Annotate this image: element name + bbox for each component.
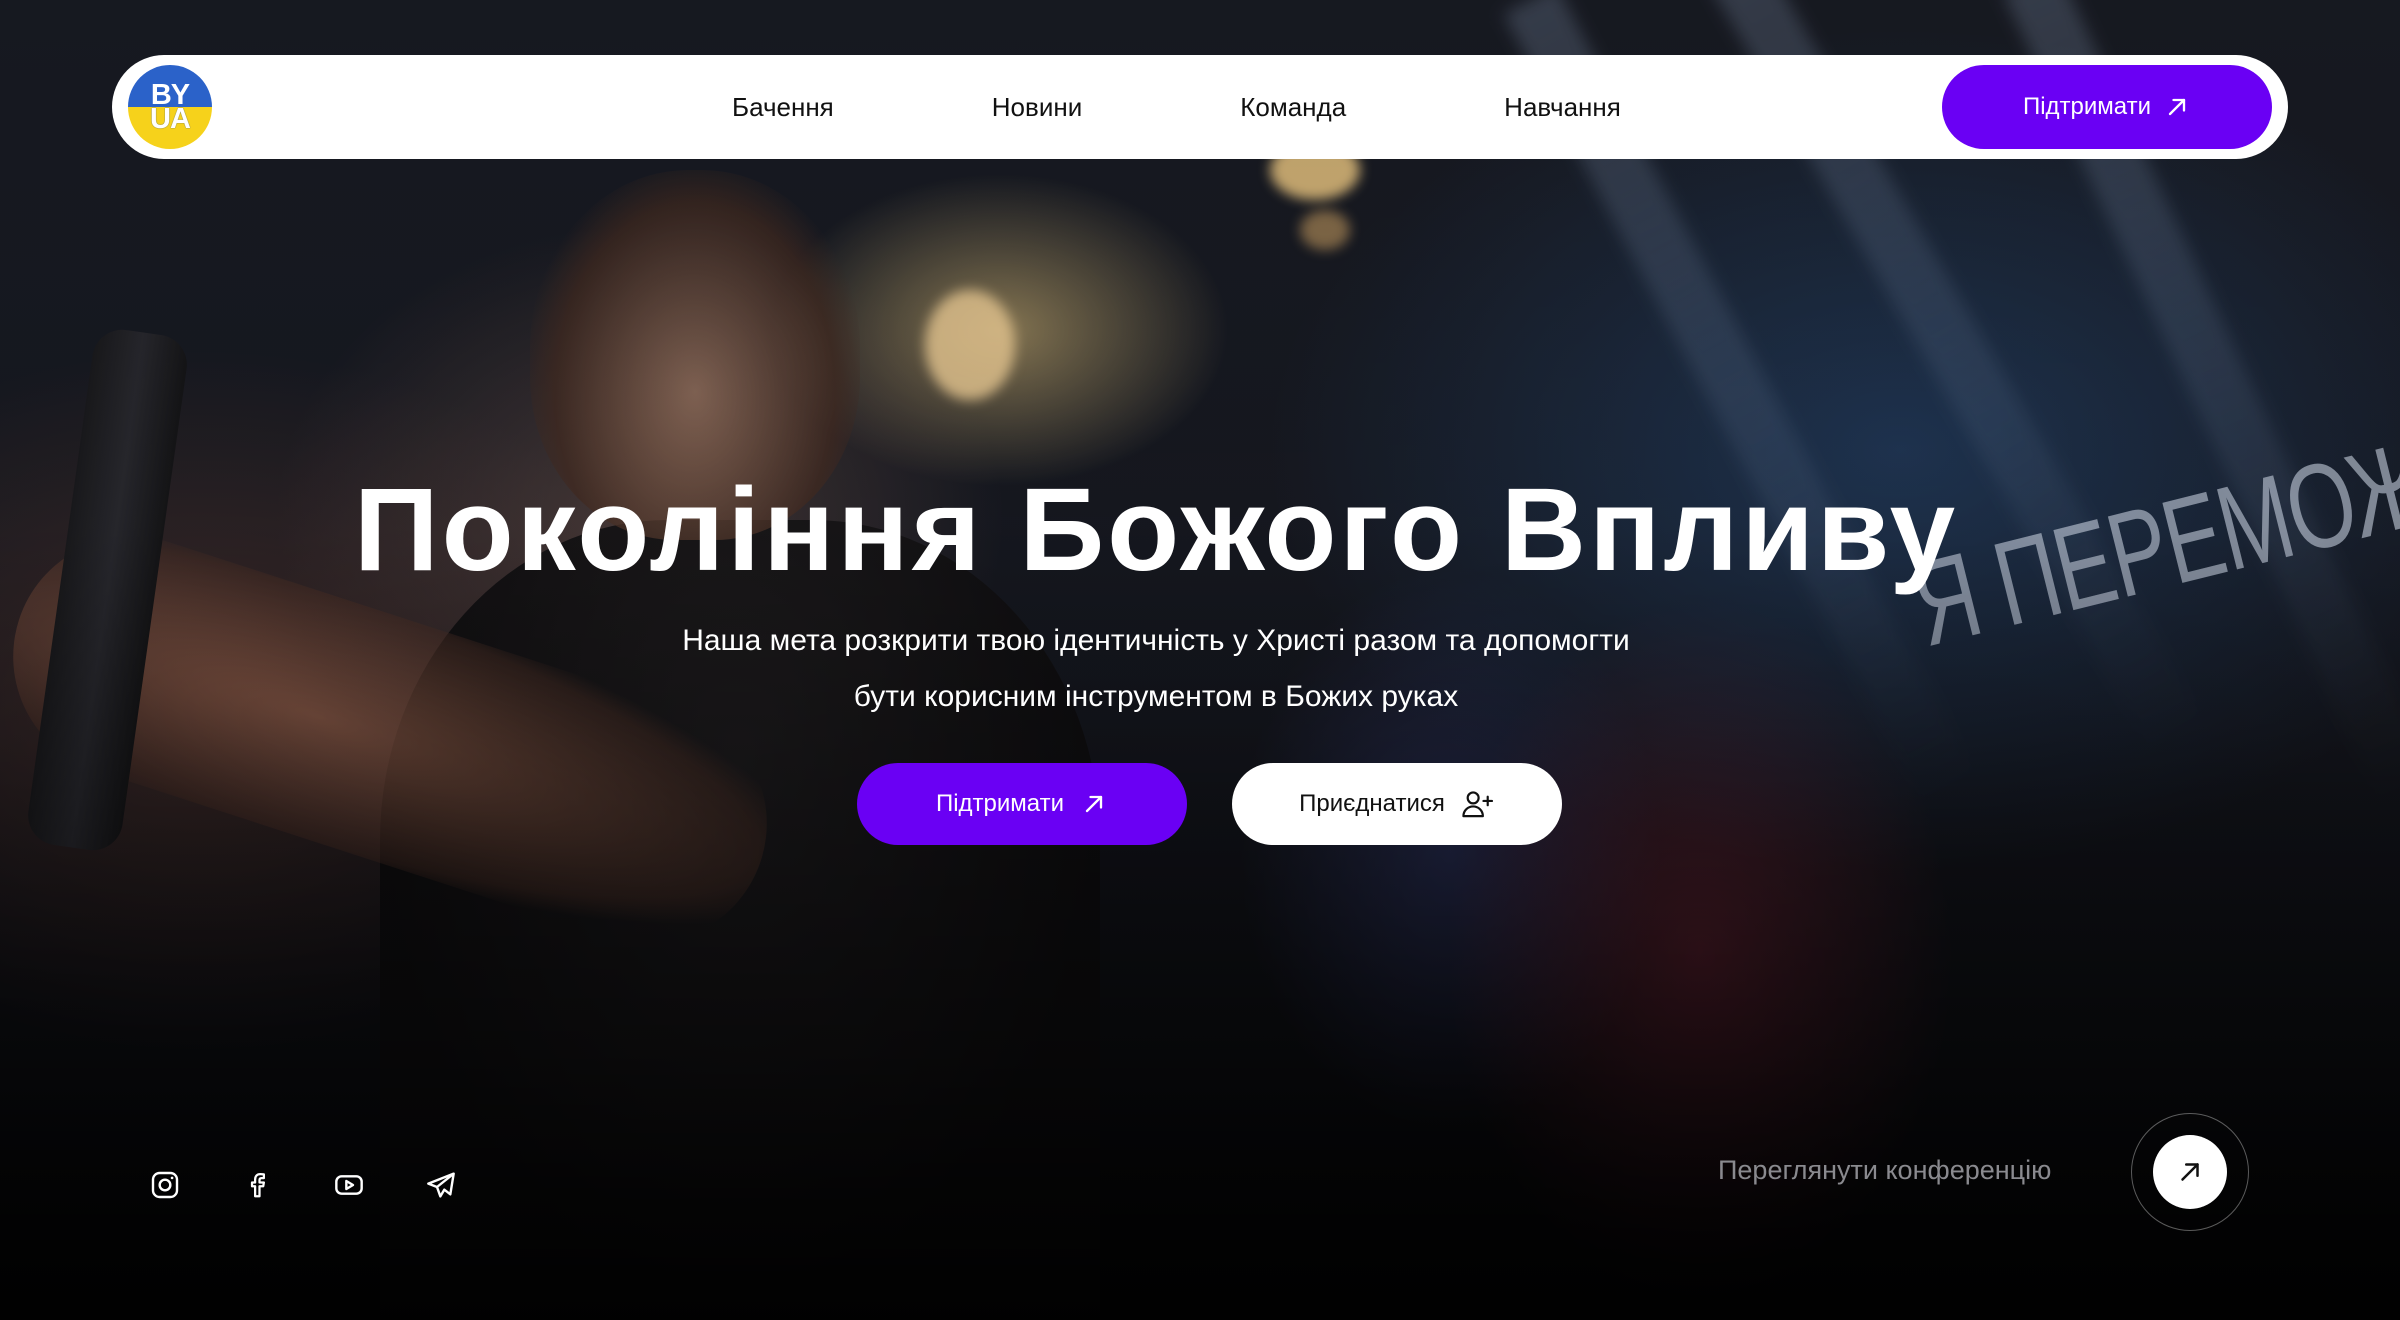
telegram-icon[interactable] <box>424 1168 458 1202</box>
nav-link-education[interactable]: Навчання <box>1504 92 1621 123</box>
nav-link-vision[interactable]: Бачення <box>732 92 834 123</box>
instagram-icon[interactable] <box>148 1168 182 1202</box>
arrow-up-right-icon <box>1085 795 1103 813</box>
view-conference-button[interactable] <box>2131 1113 2249 1231</box>
nav-link-team[interactable]: Команда <box>1240 92 1346 123</box>
social-links <box>148 1168 458 1202</box>
nav-support-label: Підтримати <box>2022 93 2152 120</box>
hero-subtitle: Наша мета розкрити твою ідентичність у Х… <box>0 613 2312 725</box>
view-conference-button-inner <box>2153 1135 2227 1209</box>
hero-join-label: Приєднатися <box>1299 790 1445 817</box>
top-navbar: BY UA Бачення Новини Команда Навчання Пі… <box>112 55 2288 159</box>
hero-support-button[interactable]: Підтримати <box>857 763 1187 845</box>
hero-subtitle-line-1: Наша мета розкрити твою ідентичність у Х… <box>682 624 1630 657</box>
nav-support-button[interactable]: Підтримати <box>1942 65 2272 149</box>
logo-text-ua: UA <box>150 103 191 135</box>
nav-link-news[interactable]: Новини <box>992 92 1082 123</box>
user-plus-icon <box>1462 791 1493 818</box>
hero-support-label: Підтримати <box>935 790 1065 817</box>
hero-title: Покоління Божого Впливу <box>353 464 1959 596</box>
youtube-icon[interactable] <box>332 1168 366 1202</box>
nav-links: Бачення Новини Команда Навчання <box>732 55 1621 159</box>
logo[interactable]: BY UA <box>128 65 212 149</box>
view-conference-link[interactable]: Переглянути конференцію <box>1718 1155 2051 1186</box>
arrow-up-right-icon <box>2168 98 2186 116</box>
hero-subtitle-line-2: бути корисним інструментом в Божих руках <box>853 680 1459 713</box>
facebook-icon[interactable] <box>240 1168 274 1202</box>
hero-join-button[interactable]: Приєднатися <box>1232 763 1562 845</box>
arrow-up-right-icon <box>2181 1163 2199 1181</box>
